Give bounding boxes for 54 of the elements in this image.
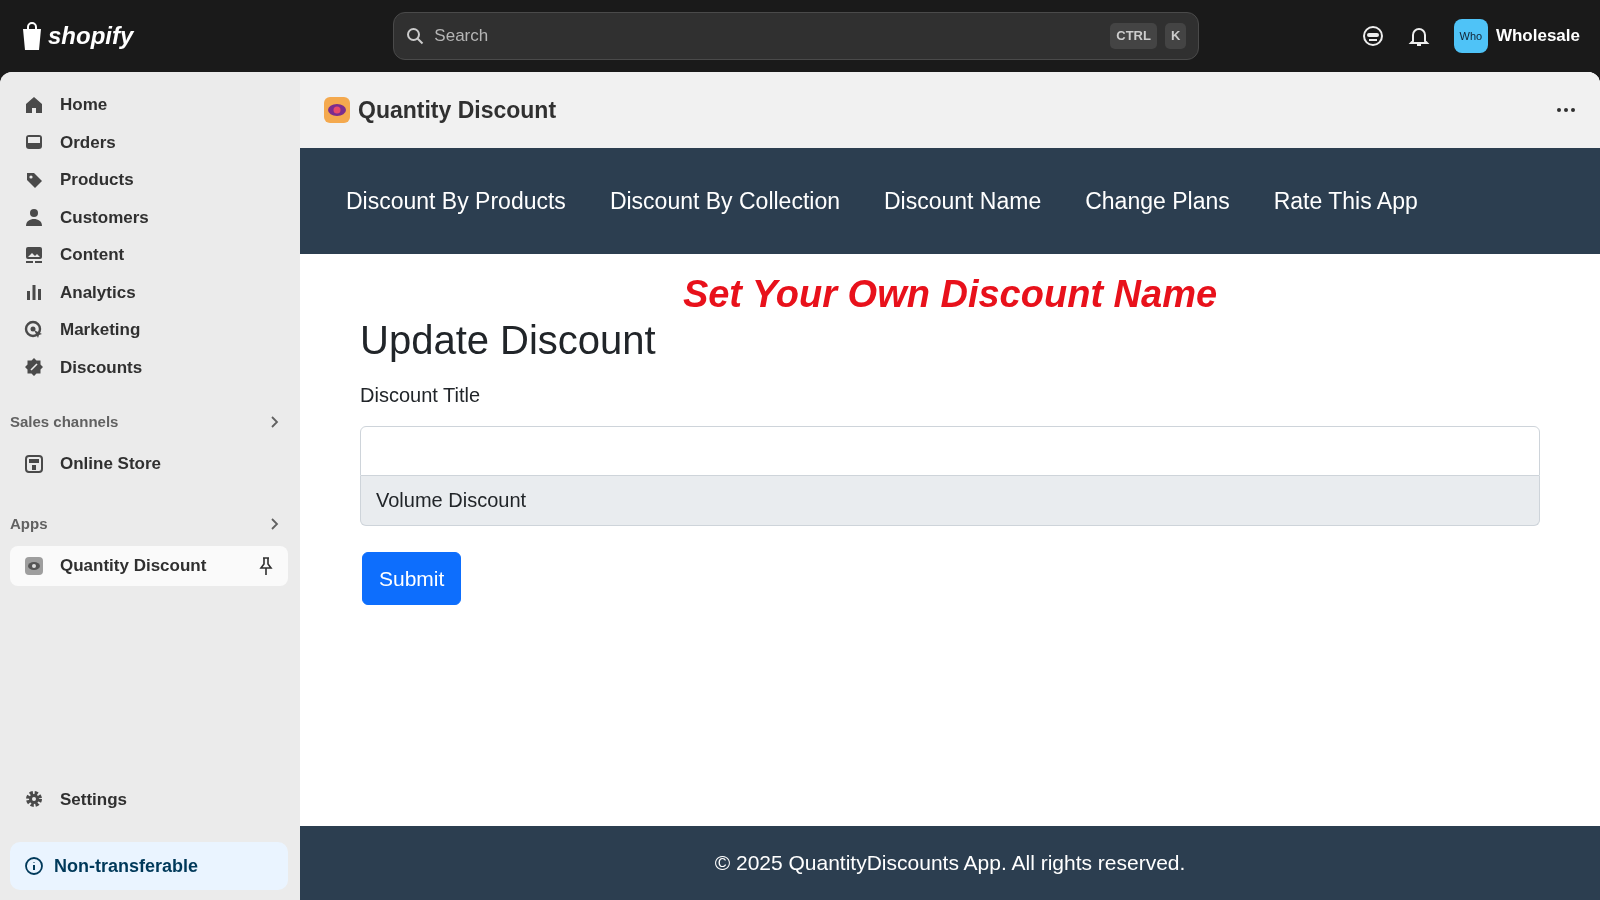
store-name[interactable]: Wholesale [1495, 23, 1580, 49]
sidebar-item[interactable]: Marketing [10, 311, 288, 349]
face-mask-icon[interactable] [1361, 25, 1384, 47]
promo-heading: Set Your Own Discount Name [682, 273, 1218, 315]
person-icon [24, 207, 44, 228]
chevron-right-icon[interactable] [270, 415, 280, 429]
more-icon[interactable] [1556, 107, 1576, 113]
sidebar-item[interactable]: Orders [10, 123, 288, 161]
shortcut-key: K [1164, 23, 1187, 49]
section-heading: Apps [10, 513, 48, 534]
app-icon [324, 97, 350, 123]
image-icon [24, 244, 44, 265]
sidebar-item[interactable]: Analytics [10, 273, 288, 311]
nav-tab[interactable]: Discount By Products [324, 183, 588, 219]
footer-text: © 2025 QuantityDiscounts App. All rights reserved. [714, 850, 1186, 877]
search-field[interactable]: Search CTRL K [393, 12, 1200, 60]
pin-icon[interactable] [258, 556, 274, 576]
field-label: Discount Title [360, 382, 482, 408]
sidebar-item[interactable]: Products [10, 161, 288, 199]
info-icon [24, 856, 44, 876]
app-title: Quantity Discount [358, 95, 557, 125]
shopping-bag-icon [20, 21, 44, 51]
storefront-icon [24, 454, 44, 474]
app-icon [24, 556, 44, 576]
sidebar-item[interactable]: Content [10, 236, 288, 274]
current-value-field: Volume Discount [360, 475, 1540, 526]
nav-tab[interactable]: Rate This App [1251, 183, 1440, 219]
nav-tab[interactable]: Change Plans [1063, 183, 1252, 219]
home-icon [24, 94, 44, 115]
section-heading: Sales channels [10, 411, 119, 432]
shortcut-key: CTRL [1110, 23, 1157, 49]
input-field[interactable] [360, 425, 1540, 476]
notice-banner[interactable]: Non-transferable [10, 842, 288, 890]
submit-button[interactable]: Submit [362, 551, 462, 606]
sidebar-item[interactable]: Home [10, 86, 288, 124]
search-icon [406, 27, 425, 45]
nav-tab[interactable]: Discount Name [862, 183, 1064, 219]
sidebar-item[interactable]: Customers [10, 198, 288, 236]
store-avatar[interactable]: Who [1453, 19, 1488, 53]
chevron-right-icon[interactable] [270, 517, 280, 531]
search-input[interactable]: Search [432, 22, 1103, 50]
sidebar-item[interactable]: Settings [10, 780, 288, 818]
percent-badge-icon [24, 357, 44, 378]
sidebar-item[interactable]: Quantity Discount [10, 546, 288, 586]
sidebar-item[interactable]: Discounts [10, 348, 288, 386]
settings-icon [24, 789, 44, 810]
nav-tab[interactable]: Discount By Collection [587, 183, 862, 219]
bar-chart-icon [24, 282, 44, 303]
bell-icon[interactable] [1407, 25, 1430, 47]
logo-text: shopify [48, 21, 134, 51]
sidebar-item[interactable]: Online Store [10, 444, 288, 484]
target-icon [24, 319, 44, 340]
form-heading: Update Discount [360, 316, 657, 364]
notice-text: Non-transferable [54, 854, 199, 878]
